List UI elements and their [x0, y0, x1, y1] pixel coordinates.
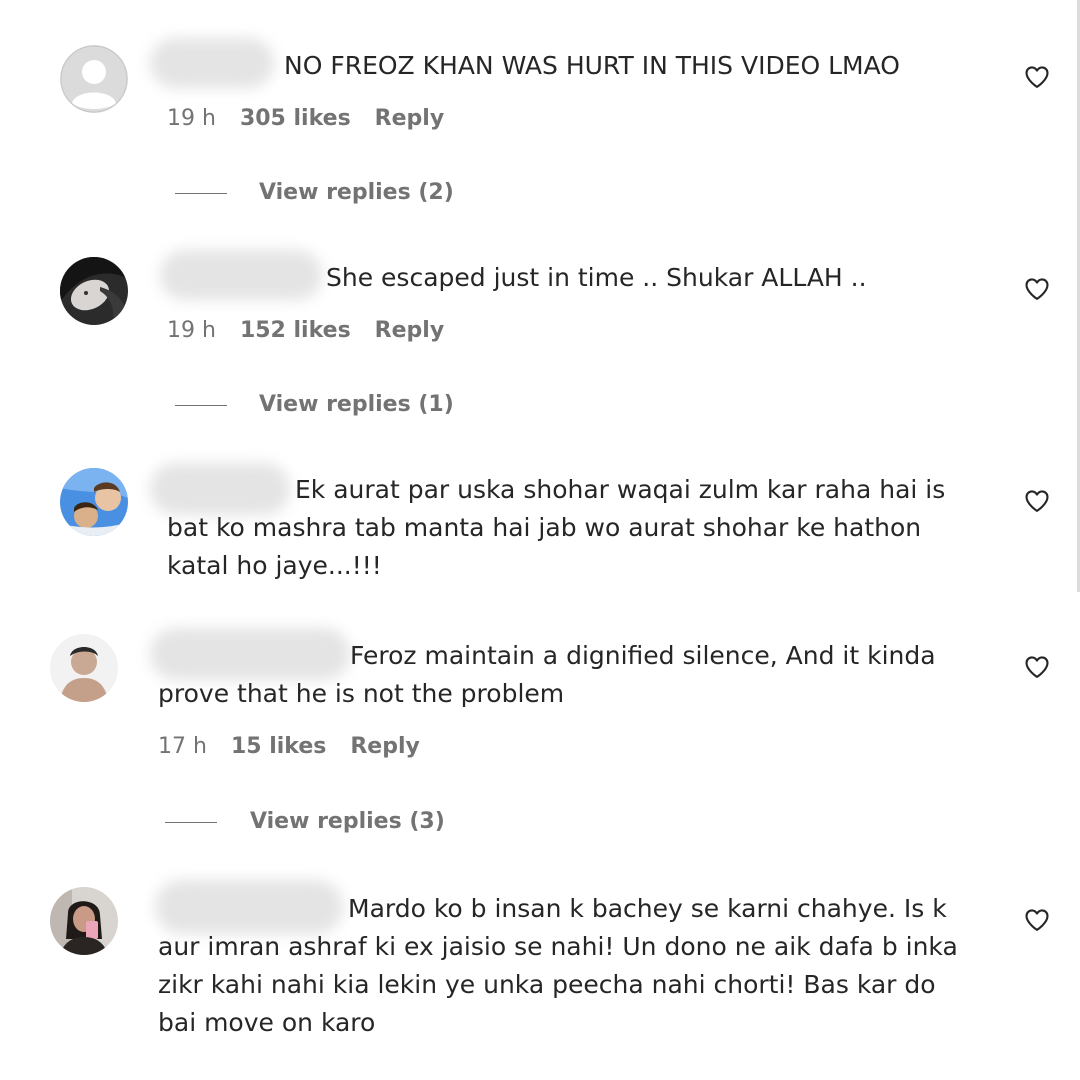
avatar[interactable]: [50, 634, 118, 702]
avatar[interactable]: [60, 257, 128, 325]
profile-photo: [60, 468, 128, 536]
comment-text-line: katal ho jaye...!!!: [167, 551, 382, 580]
heart-outline-icon: [1025, 909, 1049, 931]
reply-button[interactable]: Reply: [350, 732, 420, 762]
heart-outline-icon: [1025, 278, 1049, 300]
comment-time: 19 h: [167, 318, 216, 343]
like-button[interactable]: [1023, 487, 1051, 515]
like-button[interactable]: [1023, 275, 1051, 303]
replies-divider: [165, 822, 217, 823]
profile-photo: [60, 257, 128, 325]
comment-likes[interactable]: 305 likes: [240, 104, 351, 134]
username-blurred: [150, 38, 274, 88]
comment-likes[interactable]: 152 likes: [240, 316, 351, 346]
username-blurred: [155, 880, 343, 934]
comment-meta: 19 h 152 likes Reply: [167, 316, 444, 346]
comment-text-line: Ek aurat par uska shohar waqai zulm kar …: [295, 475, 946, 504]
like-button[interactable]: [1023, 63, 1051, 91]
avatar[interactable]: [60, 45, 128, 113]
default-user-icon: [60, 45, 128, 113]
heart-outline-icon: [1025, 66, 1049, 88]
comment-text-line: zikr kahi nahi kia lekin ye unka peecha …: [158, 970, 936, 999]
profile-photo: [50, 634, 118, 702]
like-button[interactable]: [1023, 906, 1051, 934]
comment-time: 17 h: [158, 734, 207, 759]
comment-likes[interactable]: 15 likes: [231, 732, 326, 762]
reply-button[interactable]: Reply: [375, 104, 445, 134]
comment-text-line: bai move on karo: [158, 1008, 376, 1037]
profile-photo: [50, 887, 118, 955]
view-replies-label: View replies (2): [259, 180, 454, 205]
view-replies-label: View replies (1): [259, 392, 454, 417]
heart-outline-icon: [1025, 490, 1049, 512]
comment-text-line: Feroz maintain a dignified silence, And …: [350, 641, 936, 670]
comment-time: 19 h: [167, 106, 216, 131]
like-button[interactable]: [1023, 653, 1051, 681]
reply-button[interactable]: Reply: [375, 316, 445, 346]
comments-panel: NO FREOZ KHAN WAS HURT IN THIS VIDEO LMA…: [0, 0, 1080, 1080]
comment-text-line: prove that he is not the problem: [158, 679, 565, 708]
avatar[interactable]: [50, 887, 118, 955]
comment-text: She escaped just in time .. Shukar ALLAH…: [326, 263, 867, 292]
avatar[interactable]: [60, 468, 128, 536]
comment-text: NO FREOZ KHAN WAS HURT IN THIS VIDEO LMA…: [284, 51, 900, 80]
comment-text-line: aur imran ashraf ki ex jaisio se nahi! U…: [158, 932, 958, 961]
username-blurred: [160, 250, 322, 300]
heart-outline-icon: [1025, 656, 1049, 678]
username-blurred: [150, 628, 350, 680]
view-replies-label: View replies (3): [250, 809, 445, 834]
replies-divider: [175, 193, 227, 194]
comment-meta: 19 h 305 likes Reply: [167, 104, 444, 134]
comment-meta: 17 h 15 likes Reply: [158, 732, 420, 762]
comment-text-line: Mardo ko b insan k bachey se karni chahy…: [348, 894, 947, 923]
username-blurred: [150, 463, 290, 515]
comment-text-line: bat ko mashra tab manta hai jab wo aurat…: [167, 513, 922, 542]
replies-divider: [175, 405, 227, 406]
